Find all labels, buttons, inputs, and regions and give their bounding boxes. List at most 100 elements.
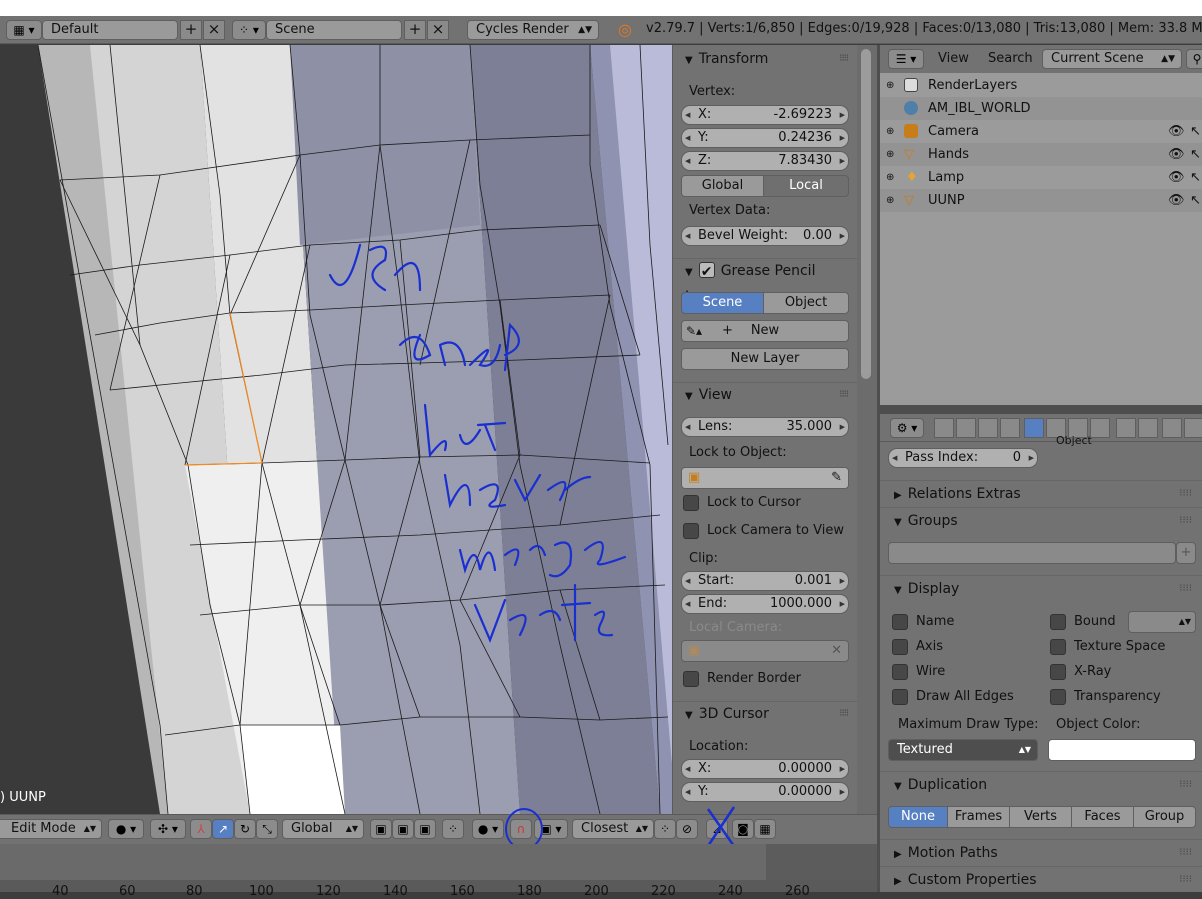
mode-select[interactable]: Edit Mode ▲▼ <box>0 819 102 839</box>
tab-material[interactable] <box>1116 418 1136 438</box>
lens-field[interactable]: Lens: 35.000 <box>681 417 849 437</box>
cursor-arrow-icon[interactable]: ↖ <box>1190 120 1201 143</box>
render-animation-icon[interactable]: ▦ <box>754 819 776 839</box>
tab-particles[interactable] <box>1162 418 1182 438</box>
scene-selector-button[interactable]: ⁘ ▾ <box>232 20 266 40</box>
cursor-y-field[interactable]: Y: 0.00000 <box>681 782 849 802</box>
screen-layout-field[interactable]: Default <box>42 20 178 40</box>
render-engine-select[interactable]: Cycles Render ▲▼ <box>467 20 599 40</box>
bound-type-select[interactable]: Box ▲▼ <box>1128 611 1196 633</box>
orientation-select[interactable]: Global ▲▼ <box>282 819 364 839</box>
bevel-weight-field[interactable]: Bevel Weight: 0.00 <box>681 226 849 246</box>
scene-field[interactable]: Scene <box>266 20 402 40</box>
dup-verts-button[interactable]: Verts <box>1009 806 1072 828</box>
outliner-item[interactable]: AM_IBL_WORLD <box>880 97 1202 120</box>
remove-layout-button[interactable]: × <box>203 20 225 40</box>
eye-icon[interactable]: 👁 <box>1168 166 1185 189</box>
vertex-x-field[interactable]: X: -2.69223 <box>681 105 849 125</box>
shelf-scrollbar[interactable] <box>857 45 877 814</box>
eye-icon[interactable]: 👁 <box>1168 143 1185 166</box>
wire-checkbox[interactable] <box>892 664 908 680</box>
outliner-view-menu[interactable]: View <box>938 51 969 66</box>
clip-start-field[interactable]: Start: 0.001 <box>681 571 849 591</box>
outliner-item[interactable]: ⊕ Camera 👁 ↖ <box>880 120 1202 143</box>
editor-type-button[interactable]: ▦ ▾ <box>6 20 42 40</box>
xray-checkbox[interactable] <box>1050 664 1066 680</box>
draw-all-edges-checkbox[interactable] <box>892 689 908 705</box>
outliner-search-menu[interactable]: Search <box>988 51 1033 66</box>
timeline[interactable]: 40 60 80 100 120 140 160 180 200 220 240… <box>0 844 877 899</box>
dup-none-button[interactable]: None <box>888 806 948 828</box>
bound-checkbox[interactable] <box>1050 614 1066 630</box>
pivot-point-button[interactable]: ✣ ▾ <box>150 819 186 839</box>
cursor-x-field[interactable]: X: 0.00000 <box>681 759 849 779</box>
outliner-filter-select[interactable]: Current Scene ▲▼ <box>1042 49 1182 69</box>
motion-paths-header[interactable]: ▶ Motion Paths ⁝⁝⁝⁝ <box>880 839 1202 865</box>
area-divider[interactable] <box>880 405 1202 412</box>
viewport-shading-button[interactable]: ● ▾ <box>108 819 144 839</box>
outliner-item[interactable]: ⊕ RenderLayers <box>880 74 1202 97</box>
tab-render-layers[interactable] <box>956 418 976 438</box>
edge-select-icon[interactable]: ▣ <box>392 819 414 839</box>
area-divider[interactable] <box>877 45 880 892</box>
transparency-checkbox[interactable] <box>1050 689 1066 705</box>
lock-object-field[interactable]: ▣ ✎ <box>681 467 849 489</box>
axis-checkbox[interactable] <box>892 639 908 655</box>
tab-world[interactable] <box>1000 418 1020 438</box>
local-camera-field[interactable]: ▣ Camera ✕ <box>681 640 849 662</box>
relations-extras-header[interactable]: ▶ Relations Extras ⁝⁝⁝⁝ <box>880 480 1202 506</box>
tab-scene[interactable] <box>978 418 998 438</box>
3d-viewport[interactable]: ) UUNP <box>0 45 672 814</box>
limit-selection-icon[interactable]: ⁘ <box>442 819 464 839</box>
manipulator-axes-icon[interactable]: ⅄ <box>190 819 212 839</box>
add-group-plus-button[interactable]: + <box>1176 542 1196 564</box>
name-checkbox[interactable] <box>892 614 908 630</box>
outliner-item[interactable]: ⊕ ♦ Lamp 👁 ↖ <box>880 166 1202 189</box>
grease-scene-button[interactable]: Scene <box>681 292 764 314</box>
vertex-z-field[interactable]: Z: 7.83430 <box>681 151 849 171</box>
add-layout-button[interactable]: + <box>180 20 202 40</box>
display-header[interactable]: ▼ Display ⁝⁝⁝⁝ <box>880 575 1202 601</box>
render-border-checkbox[interactable] <box>683 671 699 687</box>
clip-end-field[interactable]: End: 1000.000 <box>681 594 849 614</box>
add-to-group-button[interactable]: Add to Group <box>888 542 1176 564</box>
new-layer-button[interactable]: New Layer <box>681 348 849 370</box>
tab-texture[interactable] <box>1138 418 1158 438</box>
search-icon[interactable]: ⚲ <box>1186 49 1202 69</box>
duplication-header[interactable]: ▼ Duplication ⁝⁝⁝⁝ <box>880 771 1202 797</box>
grease-pencil-checkbox[interactable] <box>698 260 715 284</box>
scrollbar-thumb[interactable] <box>861 49 871 379</box>
remove-scene-button[interactable]: × <box>427 20 449 40</box>
tab-render[interactable] <box>934 418 954 438</box>
lock-camera-checkbox[interactable] <box>683 523 699 539</box>
max-draw-type-select[interactable]: Textured ▲▼ <box>888 739 1038 761</box>
translate-manipulator-icon[interactable]: ↗ <box>212 819 234 839</box>
tab-object[interactable] <box>1024 418 1044 438</box>
eye-icon[interactable]: 👁 <box>1168 120 1185 143</box>
custom-properties-header[interactable]: ▶ Custom Properties ⁝⁝⁝⁝ <box>880 866 1202 892</box>
grease-new-button[interactable]: ✎▴ + New <box>681 320 849 342</box>
outliner-item[interactable]: ⊕ ▽ UUNP 👁 ↖ <box>880 189 1202 212</box>
outliner-editor-type-button[interactable]: ☰ ▾ <box>888 49 924 69</box>
tab-physics[interactable] <box>1184 418 1202 438</box>
view-panel-header[interactable]: ▼ View ⁝⁝⁝⁝ <box>673 382 857 406</box>
grease-pencil-panel-header[interactable]: ▼Grease Pencil Layers <box>673 258 857 305</box>
face-select-icon[interactable]: ▣ <box>414 819 436 839</box>
add-scene-button[interactable]: + <box>404 20 426 40</box>
texture-space-checkbox[interactable] <box>1050 639 1066 655</box>
outliner-item[interactable]: ⊕ ▽ Hands 👁 ↖ <box>880 143 1202 166</box>
local-button[interactable]: Local <box>763 175 849 197</box>
lock-to-cursor-checkbox[interactable] <box>683 495 699 511</box>
3d-cursor-panel-header[interactable]: ▼ 3D Cursor ⁝⁝⁝⁝ <box>673 701 857 725</box>
pass-index-field[interactable]: Pass Index: 0 <box>888 448 1038 468</box>
transform-panel-header[interactable]: ▼ Transform ⁝⁝⁝⁝ <box>673 47 857 71</box>
cursor-arrow-icon[interactable]: ↖ <box>1190 143 1201 166</box>
properties-editor-type-button[interactable]: ⚙ ▾ <box>890 418 924 438</box>
object-color-swatch[interactable] <box>1048 739 1196 761</box>
cursor-arrow-icon[interactable]: ↖ <box>1190 189 1201 212</box>
groups-header[interactable]: ▼ Groups ⁝⁝⁝⁝ <box>880 507 1202 533</box>
dup-frames-button[interactable]: Frames <box>947 806 1010 828</box>
vertex-y-field[interactable]: Y: 0.24236 <box>681 128 849 148</box>
dup-group-button[interactable]: Group <box>1133 806 1196 828</box>
grease-object-button[interactable]: Object <box>763 292 849 314</box>
